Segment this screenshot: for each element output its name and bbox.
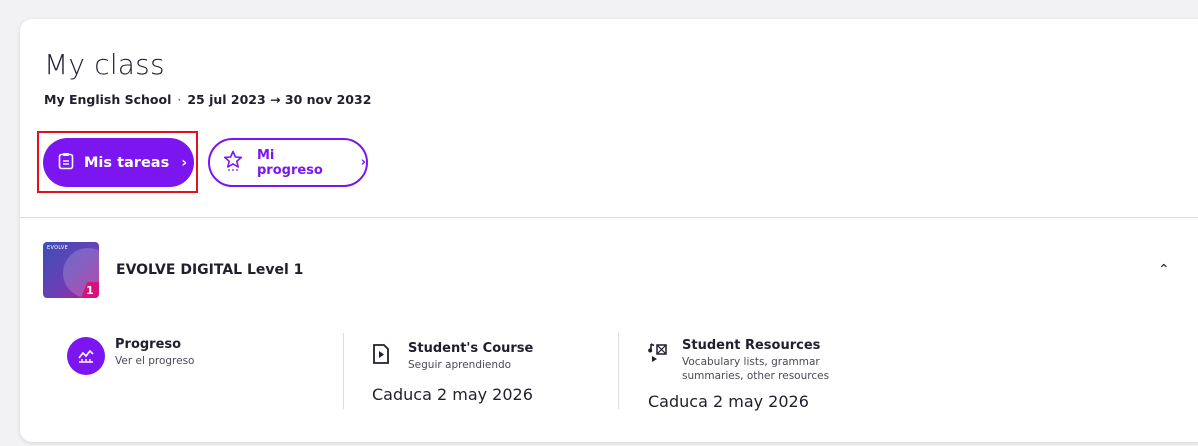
- cover-brand: EVOLVE: [47, 245, 69, 251]
- my-tasks-label: Mis tareas: [84, 154, 170, 171]
- resource-students-course[interactable]: Student's Course Seguir aprendiendo: [372, 341, 533, 372]
- date-range: 25 jul 2023 → 30 nov 2032: [187, 92, 372, 107]
- school-name: My English School: [44, 92, 172, 107]
- resource-expiry: Caduca 2 may 2026: [372, 385, 533, 404]
- resource-desc: Seguir aprendiendo: [408, 359, 512, 371]
- media-icon: [648, 338, 672, 383]
- meta-separator: ·: [177, 92, 182, 107]
- resource-name: Student Resources: [682, 338, 821, 353]
- section-divider: [20, 217, 1198, 218]
- my-tasks-button[interactable]: Mis tareas ›: [43, 138, 194, 187]
- resource-expiry: Caduca 2 may 2026: [648, 392, 809, 411]
- chevron-up-icon[interactable]: ⌃: [1158, 262, 1170, 278]
- chart-icon: [67, 337, 105, 375]
- resource-separator: [618, 333, 619, 409]
- resource-progress[interactable]: Progreso Ver el progreso: [67, 337, 194, 375]
- clipboard-icon: [58, 152, 74, 174]
- resource-desc: Ver el progreso: [115, 355, 195, 367]
- chevron-right-icon: ›: [181, 154, 188, 171]
- class-meta: My English School · 25 jul 2023 → 30 nov…: [44, 92, 371, 107]
- course-title: EVOLVE DIGITAL Level 1: [116, 262, 304, 278]
- resource-name: Progreso: [115, 337, 182, 352]
- chevron-right-icon: ›: [360, 155, 366, 170]
- page-title: My class: [44, 48, 165, 81]
- class-card: My class My English School · 25 jul 2023…: [20, 19, 1198, 442]
- resource-student-resources[interactable]: Student Resources Vocabulary lists, gram…: [648, 338, 857, 383]
- course-cover-image[interactable]: EVOLVE 1: [43, 242, 99, 298]
- resource-separator: [343, 333, 344, 409]
- my-progress-button[interactable]: Mi progreso ›: [208, 138, 368, 187]
- my-progress-label: Mi progreso: [257, 147, 323, 178]
- star-icon: [223, 150, 243, 176]
- resource-desc: Vocabulary lists, grammar summaries, oth…: [682, 356, 830, 382]
- resource-name: Student's Course: [408, 341, 534, 356]
- course-icon: [372, 341, 398, 372]
